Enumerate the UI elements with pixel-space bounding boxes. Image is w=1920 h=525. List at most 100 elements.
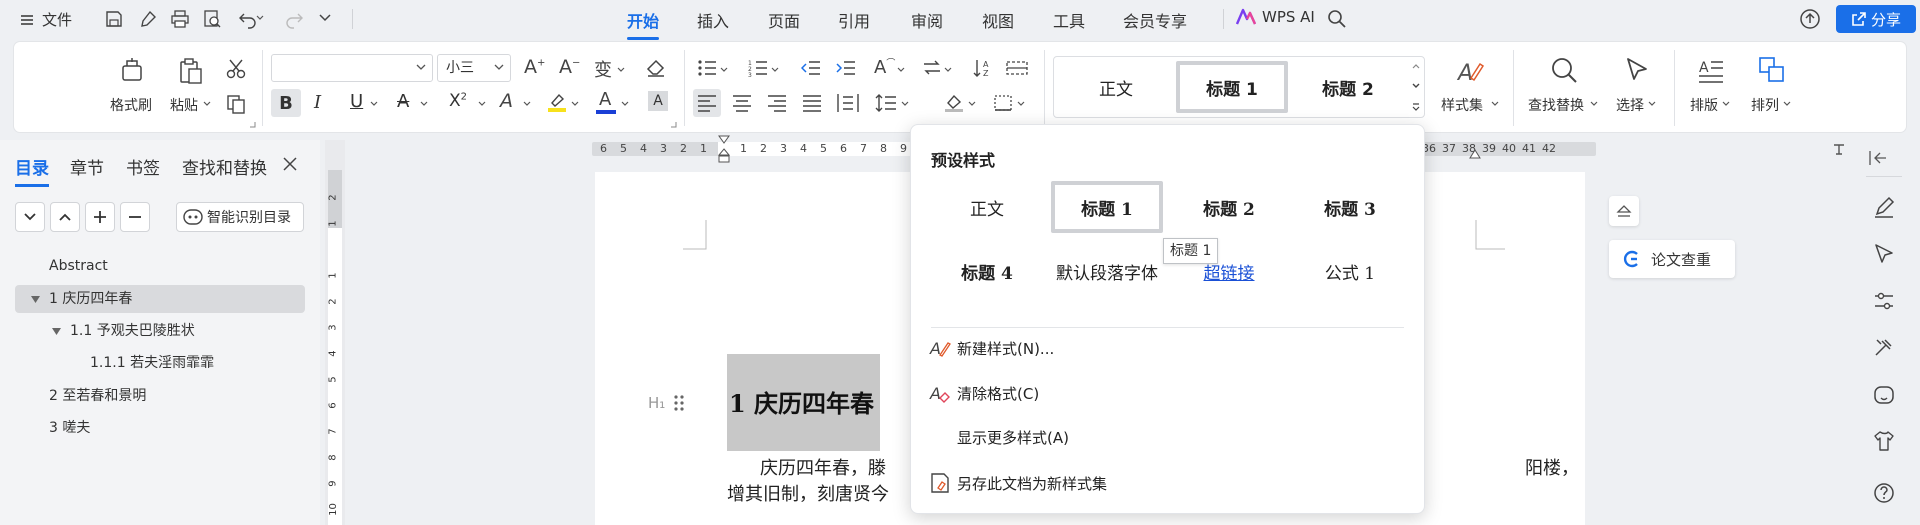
- char-shading-button[interactable]: A: [648, 91, 668, 111]
- style-normal[interactable]: 正文: [1060, 61, 1172, 113]
- tab-review[interactable]: 审阅: [911, 8, 943, 32]
- format-painter-label[interactable]: 格式刷: [110, 95, 152, 115]
- text-direction-icon[interactable]: A⌒: [874, 56, 895, 78]
- right-indent-marker-icon[interactable]: [1468, 148, 1482, 160]
- collapse-triangle-icon[interactable]: [31, 296, 40, 303]
- more-quick-access-icon[interactable]: [318, 13, 332, 23]
- bullet-dropdown-icon[interactable]: [720, 67, 728, 73]
- clear-format-menu-item[interactable]: A 清除格式(C): [929, 382, 1039, 404]
- more-styles-menu-item[interactable]: 显示更多样式(A): [957, 427, 1069, 448]
- text-effect-icon[interactable]: A: [500, 90, 513, 112]
- clipboard-launcher-icon[interactable]: [249, 121, 256, 128]
- tab-member[interactable]: 会员专享: [1123, 8, 1187, 32]
- share-button[interactable]: 分享: [1836, 5, 1916, 33]
- grow-font-icon[interactable]: A+: [524, 56, 545, 78]
- brush-icon[interactable]: [138, 9, 158, 29]
- toc-item[interactable]: Abstract: [15, 252, 305, 280]
- preset-style-heading-1[interactable]: 标题 1: [1051, 181, 1163, 233]
- align-right-icon[interactable]: [767, 94, 787, 112]
- tab-bookmarks[interactable]: 书签: [126, 154, 160, 179]
- style-set-dropdown-icon[interactable]: [1491, 101, 1499, 107]
- toc-item[interactable]: 3 嗟夫: [15, 414, 305, 442]
- help-icon[interactable]: [1873, 482, 1895, 504]
- tools-icon[interactable]: [1873, 336, 1895, 358]
- superscript-dropdown-icon[interactable]: [478, 101, 486, 107]
- expand-up-button[interactable]: [50, 202, 80, 232]
- adjust-sliders-icon[interactable]: [1873, 290, 1895, 312]
- preset-style-normal[interactable]: 正文: [931, 181, 1043, 233]
- collapse-all-button[interactable]: [15, 202, 45, 232]
- text-effect-dropdown-icon[interactable]: [523, 101, 531, 107]
- print-icon[interactable]: [170, 9, 190, 29]
- underline-dropdown-icon[interactable]: [370, 101, 378, 107]
- wps-ai-button[interactable]: WPS AI: [1236, 8, 1315, 26]
- layout-label[interactable]: 排版: [1690, 95, 1718, 115]
- new-style-menu-item[interactable]: A 新建样式(N)...: [929, 337, 1054, 359]
- tab-view[interactable]: 视图: [982, 8, 1014, 32]
- increase-indent-icon[interactable]: [836, 59, 856, 77]
- ai-assistant-icon[interactable]: [1873, 384, 1895, 406]
- layout-dropdown-icon[interactable]: [1722, 101, 1730, 107]
- text-direction-dropdown-icon[interactable]: [897, 67, 905, 73]
- select-label[interactable]: 选择: [1616, 95, 1644, 115]
- highlight-icon[interactable]: [546, 91, 568, 113]
- toc-item[interactable]: 1.1.1 若夫淫雨霏霏: [15, 349, 305, 377]
- tab-tools[interactable]: 工具: [1053, 8, 1085, 32]
- layout-icon[interactable]: A: [1697, 56, 1725, 84]
- cut-icon[interactable]: [225, 58, 247, 80]
- bullet-list-icon[interactable]: [697, 59, 717, 77]
- underline-button[interactable]: U: [350, 91, 363, 112]
- smart-toc-button[interactable]: 智能识别目录: [176, 202, 304, 232]
- undo-icon[interactable]: [238, 9, 258, 29]
- tab-insert[interactable]: 插入: [697, 8, 729, 32]
- style-set-icon[interactable]: A: [1455, 56, 1485, 86]
- close-icon[interactable]: [283, 157, 297, 171]
- indent-marker-icon[interactable]: [717, 135, 731, 169]
- font-color-dropdown-icon[interactable]: [621, 101, 629, 107]
- show-marks-icon[interactable]: [1006, 59, 1028, 77]
- preset-style-heading-2[interactable]: 标题 2: [1173, 181, 1285, 233]
- justify-icon[interactable]: [802, 94, 822, 112]
- preset-style-equation-1[interactable]: 公式 1: [1294, 245, 1406, 297]
- superscript-button[interactable]: X2: [449, 91, 467, 111]
- numbering-dropdown-icon[interactable]: [771, 67, 779, 73]
- arrange-icon[interactable]: [1758, 56, 1786, 84]
- align-left-button[interactable]: [693, 89, 721, 117]
- select-cursor-icon[interactable]: [1623, 56, 1651, 84]
- line-break-dropdown-icon[interactable]: [944, 67, 952, 73]
- save-styleset-menu-item[interactable]: 另存此文档为新样式集: [929, 472, 1107, 494]
- shrink-font-icon[interactable]: A−: [559, 56, 580, 78]
- body-line[interactable]: 增其旧制，刻唐贤今: [727, 480, 889, 506]
- print-preview-icon[interactable]: [202, 9, 222, 29]
- align-center-icon[interactable]: [732, 94, 752, 112]
- ruler-toggle-icon[interactable]: [1832, 142, 1846, 156]
- tab-toc[interactable]: 目录: [15, 154, 49, 187]
- sort-icon[interactable]: AZ: [973, 58, 993, 78]
- select-dropdown-icon[interactable]: [1648, 101, 1656, 107]
- font-launcher-icon[interactable]: [670, 121, 677, 128]
- tab-home[interactable]: 开始: [627, 8, 660, 40]
- redo-icon[interactable]: [284, 9, 304, 29]
- font-color-button[interactable]: A: [595, 89, 617, 115]
- borders-icon[interactable]: [993, 94, 1013, 112]
- strikethrough-dropdown-icon[interactable]: [420, 101, 428, 107]
- paste-label[interactable]: 粘贴: [170, 95, 198, 115]
- line-spacing-dropdown-icon[interactable]: [901, 101, 909, 107]
- search-icon[interactable]: [1327, 9, 1347, 29]
- gallery-expand-icon[interactable]: [1412, 103, 1420, 111]
- highlight-dropdown-icon[interactable]: [571, 101, 579, 107]
- arrange-label[interactable]: 排列: [1751, 95, 1779, 115]
- copy-icon[interactable]: [225, 93, 247, 115]
- decrease-indent-icon[interactable]: [801, 59, 821, 77]
- line-spacing-icon[interactable]: [875, 93, 897, 113]
- file-menu[interactable]: 文件: [20, 9, 72, 30]
- style-set-label[interactable]: 样式集: [1441, 95, 1483, 115]
- cloud-upload-icon[interactable]: [1799, 8, 1821, 30]
- format-painter-icon[interactable]: [117, 56, 147, 86]
- preset-style-heading-3[interactable]: 标题 3: [1294, 181, 1406, 233]
- toc-item[interactable]: 2 至若春和景明: [15, 382, 305, 410]
- preset-style-heading-4[interactable]: 标题 4: [931, 245, 1043, 297]
- collapse-sidebar-icon[interactable]: [1869, 150, 1887, 166]
- gallery-scroll-down-icon[interactable]: [1412, 83, 1420, 89]
- italic-button[interactable]: I: [314, 92, 321, 113]
